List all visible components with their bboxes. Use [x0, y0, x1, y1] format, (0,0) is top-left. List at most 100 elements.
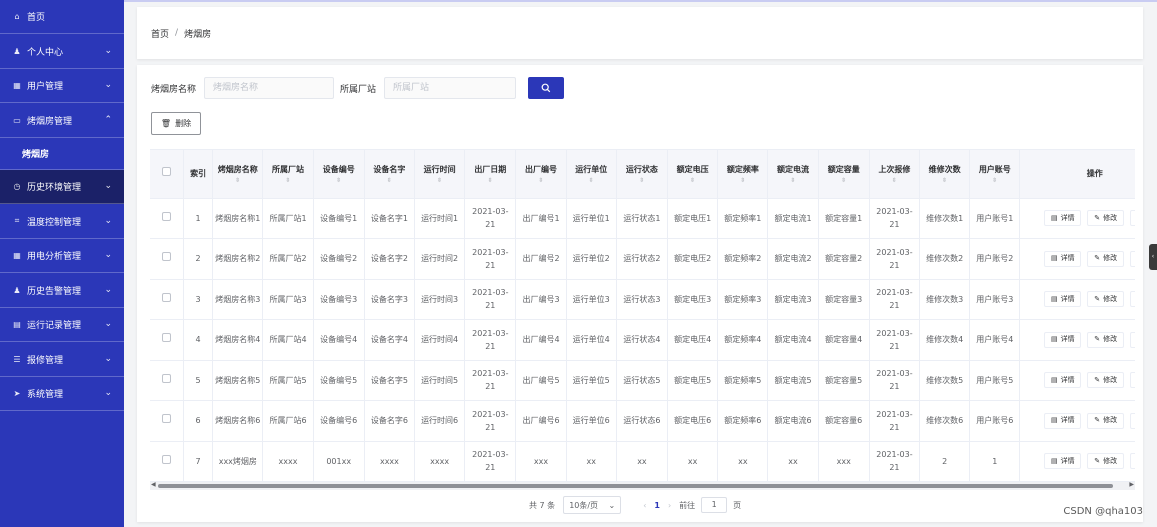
scrollbar-thumb[interactable]: [158, 484, 1113, 488]
sort-icon[interactable]: ⇳: [316, 176, 362, 185]
edit-button[interactable]: ✎ 修改: [1087, 331, 1125, 348]
edit-button[interactable]: ✎ 修改: [1087, 291, 1125, 308]
next-page-icon[interactable]: ›: [668, 501, 671, 510]
detail-button[interactable]: ▤ 详情: [1044, 453, 1082, 470]
sort-icon[interactable]: ⇳: [972, 176, 1017, 185]
row-checkbox-cell[interactable]: [150, 400, 184, 442]
column-header[interactable]: 用户账号 ⇳: [969, 150, 1021, 199]
sidebar-subitem[interactable]: 烤烟房: [0, 138, 124, 170]
column-header[interactable]: 额定电流 ⇳: [767, 150, 819, 199]
sort-icon[interactable]: ⇳: [619, 176, 665, 185]
search-button[interactable]: [528, 77, 565, 99]
side-panel-toggle[interactable]: ‹: [1149, 244, 1157, 270]
select-all-checkbox-cell[interactable]: [150, 150, 184, 199]
scroll-left-icon[interactable]: ◀: [151, 481, 156, 488]
action-label: 修改: [1103, 416, 1118, 425]
sidebar-item[interactable]: ▦ 用户管理 ⌄: [0, 69, 124, 103]
sort-icon[interactable]: ⇳: [770, 176, 815, 185]
sort-icon[interactable]: ⇳: [670, 176, 715, 185]
sidebar-item[interactable]: ☰ 报修管理 ⌄: [0, 343, 124, 377]
sort-icon[interactable]: ⇳: [821, 176, 867, 185]
sort-icon[interactable]: ⇳: [872, 176, 917, 185]
column-header[interactable]: 运行时间 ⇳: [414, 150, 466, 199]
delete-button[interactable]: 🗑 删除: [151, 112, 201, 135]
edit-button[interactable]: ✎ 修改: [1087, 453, 1125, 470]
sort-icon[interactable]: ⇳: [720, 176, 765, 185]
column-header[interactable]: 运行单位 ⇳: [566, 150, 617, 199]
breadcrumb-home[interactable]: 首页: [151, 27, 169, 40]
column-header[interactable]: 所属厂站 ⇳: [262, 150, 314, 199]
row-checkbox-cell[interactable]: [150, 279, 184, 320]
sort-icon[interactable]: ⇳: [467, 176, 513, 185]
sort-icon[interactable]: ⇳: [417, 176, 462, 185]
column-header[interactable]: 设备名字 ⇳: [364, 150, 416, 199]
row-checkbox[interactable]: [161, 373, 171, 383]
sort-icon[interactable]: ⇳: [265, 176, 310, 185]
row-checkbox-cell[interactable]: [150, 238, 184, 280]
detail-button[interactable]: ▤ 详情: [1044, 291, 1082, 308]
row-checkbox[interactable]: [161, 414, 171, 424]
column-header[interactable]: 设备编号 ⇳: [313, 150, 365, 199]
column-header[interactable]: 额定频率 ⇳: [717, 150, 769, 199]
sidebar-item[interactable]: ♟ 历史告警管理 ⌄: [0, 274, 124, 308]
row-delete-button[interactable]: 🗑删除: [1130, 331, 1135, 348]
detail-button[interactable]: ▤ 详情: [1044, 250, 1082, 267]
sidebar-item[interactable]: ▤ 运行记录管理 ⌄: [0, 308, 124, 342]
column-header[interactable]: 维修次数 ⇳: [919, 150, 971, 199]
row-delete-button[interactable]: 🗑删除: [1130, 453, 1135, 470]
row-delete-button[interactable]: 🗑删除: [1130, 372, 1135, 389]
sidebar-item[interactable]: ⌗ 温度控制管理 ⌄: [0, 205, 124, 239]
scroll-right-icon[interactable]: ▶: [1129, 481, 1134, 488]
sort-icon[interactable]: ⇳: [922, 176, 967, 185]
sidebar-item[interactable]: ♟ 个人中心 ⌄: [0, 35, 124, 69]
row-checkbox-cell[interactable]: [150, 441, 184, 482]
row-checkbox-cell[interactable]: [150, 198, 184, 239]
row-checkbox[interactable]: [161, 454, 171, 464]
sort-icon[interactable]: ⇳: [367, 176, 412, 185]
sidebar-item[interactable]: ⌂ 首页: [0, 0, 124, 34]
horizontal-scrollbar[interactable]: ◀ ▶: [150, 481, 1135, 490]
detail-button[interactable]: ▤ 详情: [1044, 331, 1082, 348]
edit-button[interactable]: ✎ 修改: [1087, 372, 1125, 389]
sidebar-item[interactable]: ▦ 用电分析管理 ⌄: [0, 239, 124, 273]
edit-button[interactable]: ✎ 修改: [1087, 250, 1125, 267]
detail-button[interactable]: ▤ 详情: [1044, 372, 1082, 389]
column-header[interactable]: 运行状态 ⇳: [616, 150, 669, 199]
column-header[interactable]: 额定容量 ⇳: [818, 150, 870, 199]
row-checkbox-cell[interactable]: [150, 319, 184, 361]
row-checkbox[interactable]: [161, 211, 171, 221]
column-header[interactable]: 烤烟房名称 ⇳: [212, 150, 264, 199]
row-checkbox-cell[interactable]: [150, 360, 184, 401]
sidebar-item[interactable]: ➤ 系统管理 ⌄: [0, 377, 124, 411]
edit-button[interactable]: ✎ 修改: [1087, 210, 1125, 227]
row-checkbox[interactable]: [161, 333, 171, 343]
select-all-checkbox[interactable]: [161, 167, 171, 177]
row-delete-button[interactable]: 🗑删除: [1130, 250, 1135, 267]
detail-button[interactable]: ▤ 详情: [1044, 210, 1082, 227]
page-size-select[interactable]: 10条/页 ⌄: [563, 496, 622, 514]
table-cell: 设备名字4: [364, 319, 416, 361]
row-delete-button[interactable]: 🗑删除: [1130, 291, 1135, 308]
sort-icon[interactable]: ⇳: [569, 176, 614, 185]
sidebar-item[interactable]: ▭ 烤烟房管理 ⌃: [0, 104, 124, 138]
row-checkbox[interactable]: [161, 252, 171, 262]
factory-filter-input[interactable]: [384, 77, 517, 99]
column-header[interactable]: 上次报修 ⇳: [869, 150, 921, 199]
row-checkbox[interactable]: [161, 292, 171, 302]
sidebar-item[interactable]: ◷ 历史环境管理 ⌄: [0, 170, 124, 204]
edit-button[interactable]: ✎ 修改: [1087, 412, 1125, 429]
prev-page-icon[interactable]: ‹: [643, 501, 646, 510]
column-header[interactable]: 额定电压 ⇳: [667, 150, 719, 199]
table-cell: 2021-03-21: [464, 238, 517, 280]
goto-page-input[interactable]: 1: [701, 497, 728, 513]
row-delete-button[interactable]: 🗑删除: [1130, 412, 1135, 429]
sort-icon[interactable]: ⇳: [518, 176, 563, 185]
sort-icon[interactable]: ⇳: [215, 176, 260, 185]
row-delete-button[interactable]: 🗑删除: [1130, 210, 1135, 227]
column-header[interactable]: 出厂日期 ⇳: [464, 150, 517, 199]
column-header[interactable]: 出厂编号 ⇳: [515, 150, 567, 199]
name-filter-input[interactable]: [204, 77, 335, 99]
page-number[interactable]: 1: [654, 501, 660, 510]
table-cell: 2021-03-21: [464, 319, 517, 361]
detail-button[interactable]: ▤ 详情: [1044, 412, 1082, 429]
